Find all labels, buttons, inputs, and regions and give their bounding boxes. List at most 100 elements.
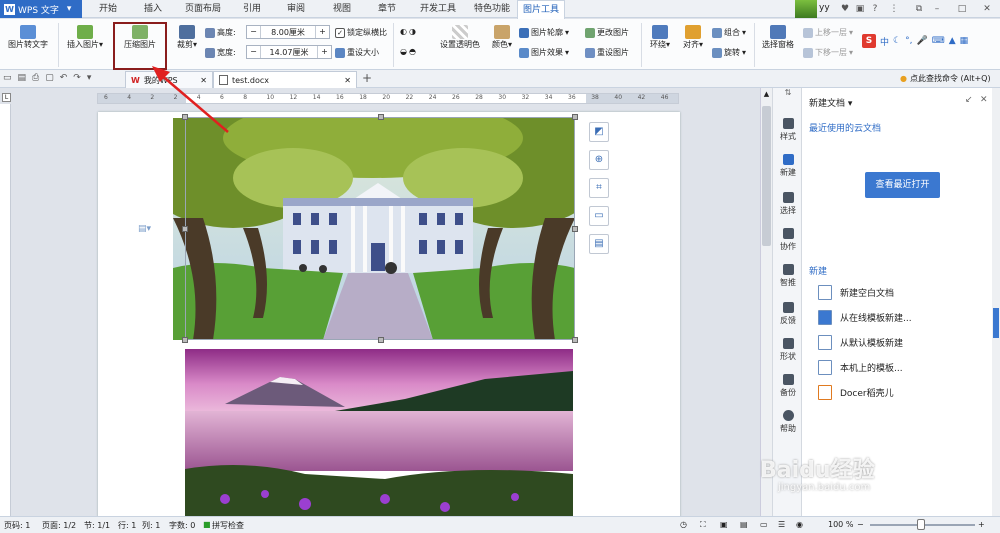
status-section[interactable]: 节: 1/1 [84, 520, 110, 531]
resize-handle[interactable] [572, 226, 578, 232]
maximize-icon[interactable]: □ [955, 0, 969, 18]
select-pane-button[interactable]: 选择窗格 [758, 25, 798, 50]
side-collab[interactable]: 协作 [773, 228, 803, 252]
punct-icon[interactable]: °, [905, 36, 912, 46]
docer-link[interactable]: Docer稻壳儿 [818, 385, 894, 400]
wrap-button[interactable]: 环绕▾ [645, 25, 675, 50]
side-feedback[interactable]: 反馈 [773, 302, 803, 326]
skin-icon[interactable]: ▲ [949, 36, 956, 46]
tab-picture-tools[interactable]: 图片工具 [517, 0, 565, 19]
scroll-up-icon[interactable]: ▲ [762, 90, 771, 102]
contrast-up-icon[interactable]: ◒ [400, 47, 407, 56]
side-smart[interactable]: 智推 [773, 264, 803, 288]
web-view-icon[interactable]: ▭ [760, 520, 768, 529]
status-row[interactable]: 行: 1 [118, 520, 136, 531]
user-name[interactable]: yy [819, 3, 830, 13]
insert-pic-button[interactable]: 插入图片▾ [63, 25, 107, 50]
options-icon[interactable]: ⋮ [887, 0, 901, 18]
new-tab-plus-icon[interactable]: + [362, 71, 372, 85]
height-spinner[interactable]: − 8.00厘米 + [246, 25, 330, 39]
brightness-down-icon[interactable]: ◑ [409, 27, 416, 36]
height-increment[interactable]: + [315, 26, 329, 38]
close-pane-icon[interactable]: ✕ [980, 95, 988, 105]
pic-effect-button[interactable]: 图片效果 ▾ [519, 47, 569, 58]
lake-image[interactable] [185, 349, 573, 516]
shirt-icon[interactable]: ▣ [853, 0, 867, 18]
eye-icon[interactable]: ◉ [796, 520, 803, 529]
ime-toolbar[interactable]: S 中 ☾ °, 🎤 ⌨ ▲ ▦ [862, 33, 998, 49]
status-spellcheck[interactable]: 拼写检查 [212, 520, 244, 531]
ime-mode[interactable]: 中 [880, 35, 889, 48]
resize-handle[interactable] [378, 337, 384, 343]
zoom-pic-icon[interactable]: ⊕ [589, 150, 609, 170]
status-words[interactable]: 字数: 0 [169, 520, 195, 531]
brightness-buttons[interactable]: ◐ ◑ [400, 27, 416, 36]
side-help[interactable]: 帮助 [773, 410, 803, 434]
reset-pic-button[interactable]: 重设图片 [585, 47, 629, 58]
more-icon[interactable]: ▾ [87, 73, 92, 83]
page-view-icon[interactable]: ▣ [720, 520, 728, 529]
tab-features[interactable]: 特色功能 [470, 0, 514, 18]
zoom-out-icon[interactable]: − [857, 520, 864, 529]
resize-handle[interactable] [572, 114, 578, 120]
paragraph-format-icon[interactable]: ▤▾ [138, 224, 151, 234]
crop-button[interactable]: 裁剪▾ [173, 25, 201, 50]
pic-outline-button[interactable]: 图片轮廓 ▾ [519, 27, 569, 38]
tab-insert[interactable]: 插入 [138, 0, 168, 18]
keyboard-icon[interactable]: ⌨ [932, 36, 945, 46]
local-templates[interactable]: 本机上的模板... [818, 360, 903, 375]
contrast-buttons[interactable]: ◒ ◓ [400, 47, 416, 56]
zoom-level[interactable]: 100 % [828, 520, 853, 529]
side-new[interactable]: 新建 [773, 154, 803, 178]
tab-page-layout[interactable]: 页面布局 [181, 0, 225, 18]
tab-close-icon[interactable]: ✕ [344, 76, 351, 85]
tab-review[interactable]: 审阅 [281, 0, 311, 18]
color-button[interactable]: 颜色▾ [488, 25, 516, 50]
open-icon[interactable]: ▭ [3, 73, 12, 83]
preview-icon[interactable]: ▢ [45, 73, 54, 83]
collapse-icon[interactable]: ⇅ [773, 88, 803, 102]
new-blank-doc[interactable]: 新建空白文档 [818, 285, 894, 300]
tab-view[interactable]: 视图 [327, 0, 357, 18]
side-shape[interactable]: 形状 [773, 338, 803, 362]
width-spinner[interactable]: − 14.07厘米 + [246, 45, 332, 59]
heart-icon[interactable]: ♥ [838, 0, 852, 18]
resize-handle[interactable] [378, 114, 384, 120]
undo-icon[interactable]: ↶ [60, 73, 68, 83]
ruler-corner[interactable]: L [2, 93, 11, 102]
contrast-down-icon[interactable]: ◓ [409, 47, 416, 56]
pic-layout-icon[interactable]: ◩ [589, 122, 609, 142]
status-col[interactable]: 列: 1 [142, 520, 160, 531]
scroll-thumb[interactable] [762, 106, 771, 246]
set-transparent-button[interactable]: 设置透明色 [436, 25, 484, 50]
help-icon[interactable]: ? [868, 0, 882, 18]
redo-icon[interactable]: ↷ [73, 73, 81, 83]
new-from-online-template[interactable]: 从在线模板新建... [818, 310, 912, 325]
pic-border-icon[interactable]: ▭ [589, 206, 609, 226]
print-icon[interactable]: ⎙ [32, 73, 39, 83]
send-backward-button[interactable]: 下移一层 ▾ [803, 47, 853, 58]
pin-icon[interactable]: ↙ [965, 95, 973, 105]
menu-grid-icon[interactable]: ▦ [960, 36, 969, 46]
side-backup[interactable]: 备份 [773, 374, 803, 398]
group-button[interactable]: 组合 ▾ [712, 27, 746, 38]
moon-icon[interactable]: ☾ [893, 36, 901, 46]
pic-to-text-button[interactable]: 图片转文字 [4, 25, 52, 50]
side-select[interactable]: 选择 [773, 192, 803, 216]
mic-icon[interactable]: 🎤 [916, 36, 927, 46]
resize-handle[interactable] [182, 226, 188, 232]
height-decrement[interactable]: − [247, 26, 261, 38]
clock-icon[interactable]: ◷ [680, 520, 687, 529]
zoom-in-icon[interactable]: + [978, 520, 985, 529]
bring-forward-button[interactable]: 上移一层 ▾ [803, 27, 853, 38]
crop-pic-icon[interactable]: ⌗ [589, 178, 609, 198]
status-page-number[interactable]: 页码: 1 [4, 520, 30, 531]
width-increment[interactable]: + [317, 46, 331, 58]
save-icon[interactable]: ▤ [18, 73, 27, 83]
lock-ratio-checkbox[interactable]: ✓ 锁定纵横比 [335, 27, 387, 38]
rotate-button[interactable]: 旋转 ▾ [712, 47, 746, 58]
minimize-icon[interactable]: – [930, 0, 944, 18]
resize-handle[interactable] [572, 337, 578, 343]
width-decrement[interactable]: − [247, 46, 261, 58]
app-menu-button[interactable]: W WPS 文字 ▾ [0, 0, 82, 18]
